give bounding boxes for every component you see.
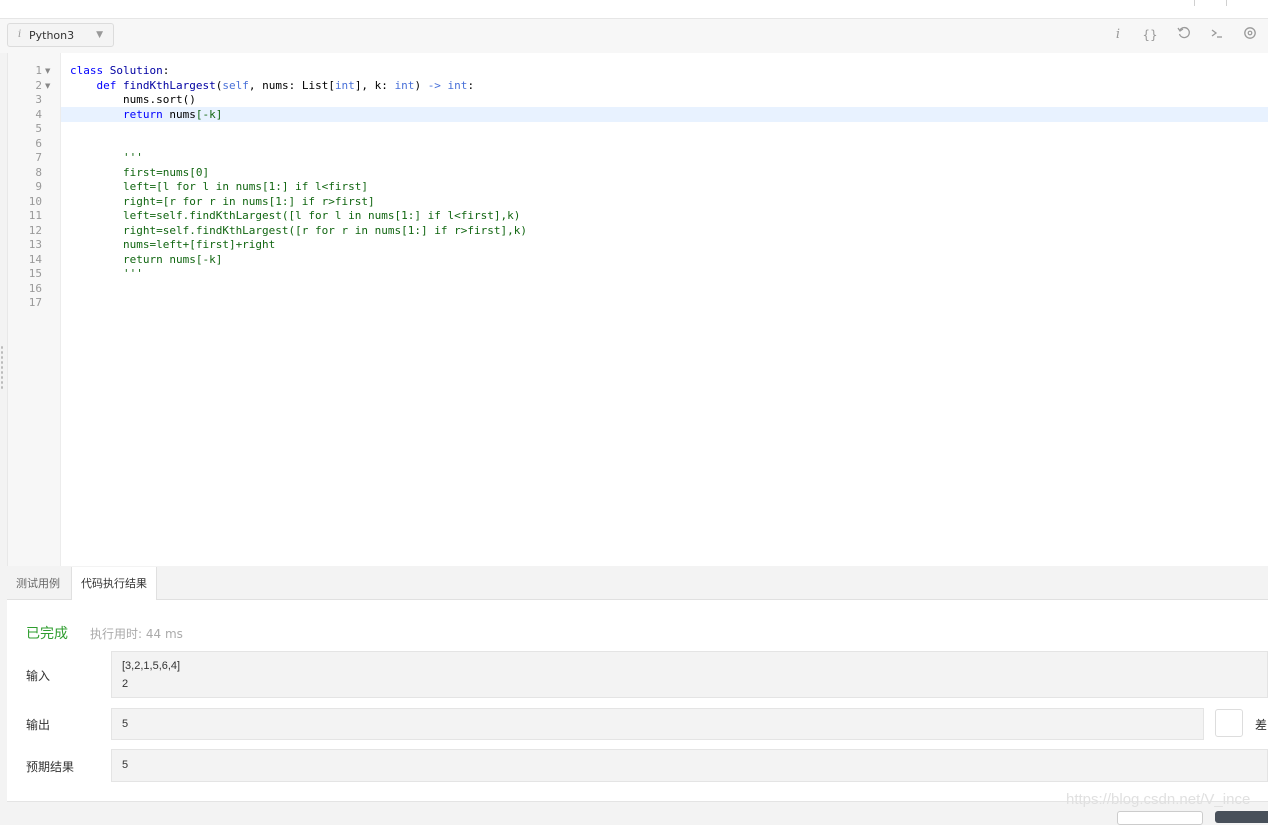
result-panel: 已完成 执行用时: 44 ms 输入 [3,2,1,5,6,4] 2 输出 5 … [7, 600, 1268, 802]
chevron-down-icon: ▼ [96, 30, 103, 40]
line-number: 4 [35, 107, 42, 121]
line-number: 8 [35, 165, 42, 179]
language-select[interactable]: i Python3 ▼ [7, 23, 114, 47]
braces-icon[interactable]: {} [1141, 26, 1159, 44]
line-number: 6 [35, 136, 42, 150]
fold-arrow-icon[interactable]: ▼ [45, 79, 50, 94]
watermark: https://blog.csdn.net/V_ince [1066, 791, 1251, 808]
line-number: 2 [35, 78, 42, 92]
output-value: 5 [122, 718, 129, 730]
code-line[interactable]: ''' [70, 151, 143, 166]
input-box: [3,2,1,5,6,4] 2 [111, 651, 1268, 698]
settings-icon[interactable] [1241, 26, 1259, 44]
run-button[interactable] [1117, 811, 1203, 825]
code-line[interactable]: nums.sort() [70, 93, 196, 108]
code-line[interactable]: left=self.findKthLargest([l for l in num… [70, 209, 520, 224]
line-number: 3 [35, 93, 42, 106]
expected-box: 5 [111, 749, 1268, 782]
code-editor[interactable]: 1 ▼ 2 ▼ 3 4 5 6 7 8 9 10 11 12 13 14 15 … [7, 53, 1268, 566]
line-number: 7 [35, 151, 42, 164]
code-line[interactable]: return nums[-k] [70, 108, 222, 123]
line-number: 5 [35, 122, 42, 135]
line-number: 15 [28, 267, 42, 280]
result-tabs: 测试用例 代码执行结果 [7, 567, 1268, 601]
submit-button[interactable] [1215, 811, 1268, 823]
info-icon[interactable]: i [1109, 26, 1127, 44]
diff-label[interactable]: 差 [1255, 716, 1267, 733]
active-line-highlight [61, 107, 1268, 122]
code-line[interactable]: left=[l for l in nums[1:] if l<first] [70, 180, 368, 195]
code-line[interactable]: right=[r for r in nums[1:] if r>first] [70, 195, 375, 210]
tab-test-cases[interactable]: 测试用例 [7, 567, 69, 600]
expected-label: 预期结果 [26, 760, 75, 774]
code-line[interactable]: class Solution: [70, 64, 169, 79]
output-box: 5 [111, 708, 1204, 740]
editor-toolbar: i Python3 ▼ i {} [0, 19, 1268, 53]
code-line[interactable]: first=nums[0] [70, 166, 209, 181]
input-label: 输入 [26, 669, 51, 683]
code-line[interactable]: right=self.findKthLargest([r for r in nu… [70, 224, 527, 239]
line-number: 9 [35, 180, 42, 193]
reset-icon[interactable] [1175, 26, 1193, 44]
output-label: 输出 [26, 718, 51, 732]
runtime-text: 执行用时: 44 ms [90, 627, 183, 641]
top-bar [0, 0, 1268, 19]
expected-value: 5 [122, 759, 129, 771]
code-line[interactable]: nums=left+[first]+right [70, 238, 275, 253]
code-line[interactable]: ''' [70, 267, 143, 282]
line-number: 12 [28, 223, 42, 237]
tab-result[interactable]: 代码执行结果 [71, 567, 157, 601]
diff-toggle[interactable] [1215, 709, 1243, 737]
code-line[interactable]: def findKthLargest(self, nums: List[int]… [70, 79, 475, 94]
line-number: 1 [35, 64, 42, 77]
line-number: 13 [28, 238, 42, 251]
line-number-gutter: 1 ▼ 2 ▼ 3 4 5 6 7 8 9 10 11 12 13 14 15 … [8, 53, 61, 566]
line-number: 10 [28, 194, 42, 208]
info-glyph: i [18, 29, 22, 40]
resize-handle[interactable] [0, 345, 4, 390]
line-number: 16 [28, 281, 42, 295]
input-value-line2: 2 [122, 678, 129, 690]
language-label: Python3 [29, 29, 75, 42]
fold-arrow-icon[interactable]: ▼ [45, 64, 50, 79]
line-number: 14 [28, 252, 42, 266]
input-value-line1: [3,2,1,5,6,4] [122, 660, 181, 672]
top-bar-divider [1194, 0, 1195, 6]
top-bar-divider [1226, 0, 1227, 6]
code-line[interactable]: return nums[-k] [70, 253, 222, 268]
line-number: 17 [28, 296, 42, 309]
console-icon[interactable] [1208, 26, 1226, 44]
status-text: 已完成 [26, 626, 68, 642]
line-number: 11 [28, 209, 42, 222]
